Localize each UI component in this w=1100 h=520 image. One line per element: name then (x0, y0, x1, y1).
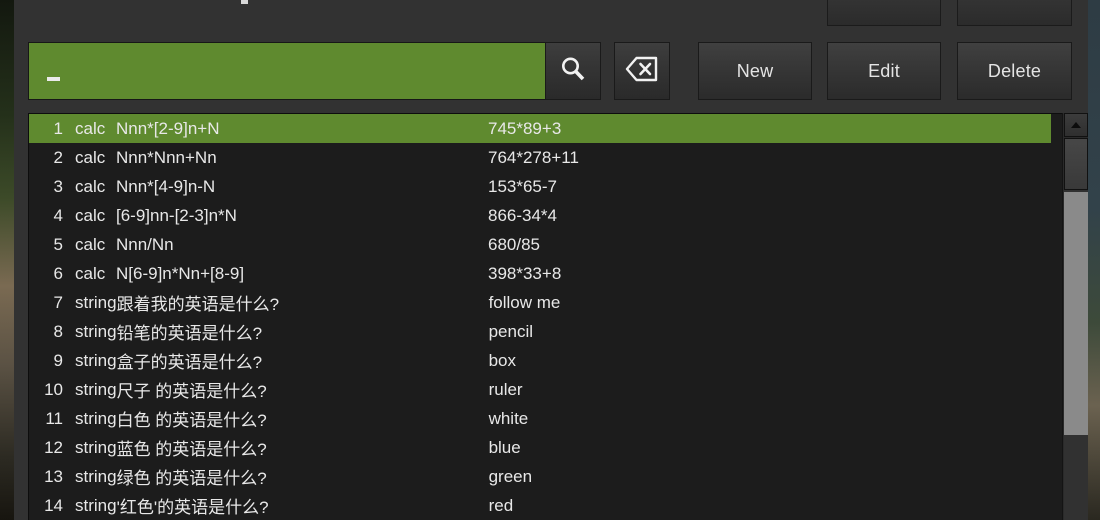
search-button[interactable] (545, 42, 601, 100)
row-type: calc (63, 235, 116, 255)
text-caret-artifact (241, 0, 248, 4)
row-pattern: Nnn*[4-9]n-N (116, 177, 488, 197)
search-icon (558, 54, 588, 89)
row-value: 398*33+8 (488, 264, 1051, 284)
row-value: 745*89+3 (488, 119, 1051, 139)
row-pattern: 白色 的英语是什么? (117, 406, 489, 431)
row-index: 5 (29, 235, 63, 255)
table-row[interactable]: 7string跟着我的英语是什么?follow me (29, 288, 1051, 317)
row-type: calc (63, 177, 116, 197)
row-value: green (489, 467, 1051, 487)
scrollbar-thumb-cap[interactable] (1064, 138, 1088, 190)
row-index: 4 (29, 206, 63, 226)
vertical-scrollbar[interactable] (1062, 113, 1088, 520)
search-input[interactable] (28, 42, 546, 100)
row-value: 153*65-7 (488, 177, 1051, 197)
backspace-icon (625, 56, 659, 87)
row-pattern: 绿色 的英语是什么? (117, 464, 489, 489)
row-value: box (489, 351, 1051, 371)
chevron-up-icon (1071, 122, 1081, 128)
toolbar: New Edit Delete (14, 42, 1088, 102)
row-index: 10 (29, 380, 63, 400)
new-button-label: New (737, 61, 774, 82)
row-type: string (63, 351, 117, 371)
row-index: 2 (29, 148, 63, 168)
delete-button[interactable]: Delete (957, 42, 1072, 100)
row-pattern: [6-9]nn-[2-3]n*N (116, 206, 488, 226)
row-value: follow me (489, 293, 1051, 313)
row-value: blue (489, 438, 1051, 458)
row-pattern: '红色'的英语是什么? (117, 493, 489, 518)
row-index: 3 (29, 177, 63, 197)
row-index: 9 (29, 351, 63, 371)
table-row[interactable]: 1calcNnn*[2-9]n+N745*89+3 (29, 114, 1051, 143)
table-row[interactable]: 13string绿色 的英语是什么?green (29, 462, 1051, 491)
row-index: 13 (29, 467, 63, 487)
row-pattern: Nnn*Nnn+Nn (116, 148, 488, 168)
row-type: string (63, 322, 117, 342)
clipped-toolbar-button-1[interactable] (827, 0, 941, 26)
table-row[interactable]: 8string铅笔的英语是什么?pencil (29, 317, 1051, 346)
row-type: calc (63, 264, 116, 284)
row-value: 764*278+11 (488, 148, 1051, 168)
row-index: 8 (29, 322, 63, 342)
new-button[interactable]: New (698, 42, 812, 100)
row-pattern: Nnn/Nn (116, 235, 488, 255)
table-row[interactable]: 14string'红色'的英语是什么?red (29, 491, 1051, 520)
row-pattern: N[6-9]n*Nn+[8-9] (116, 264, 488, 284)
scrollbar-thumb[interactable] (1064, 192, 1088, 435)
delete-button-label: Delete (988, 61, 1041, 82)
table-row[interactable]: 11string白色 的英语是什么?white (29, 404, 1051, 433)
desktop-background-right-strip (1088, 0, 1100, 520)
row-pattern: 尺子 的英语是什么? (117, 377, 489, 402)
row-pattern: 蓝色 的英语是什么? (117, 435, 489, 460)
table-row[interactable]: 10string尺子 的英语是什么?ruler (29, 375, 1051, 404)
row-pattern: 盒子的英语是什么? (117, 348, 489, 373)
pattern-list: 1calcNnn*[2-9]n+N745*89+32calcNnn*Nnn+Nn… (28, 113, 1072, 520)
row-type: calc (63, 206, 116, 226)
row-type: string (63, 467, 117, 487)
row-value: pencil (489, 322, 1051, 342)
row-type: string (63, 496, 117, 516)
edit-button[interactable]: Edit (827, 42, 941, 100)
pattern-list-body: 1calcNnn*[2-9]n+N745*89+32calcNnn*Nnn+Nn… (29, 114, 1051, 520)
row-index: 14 (29, 496, 63, 516)
table-row[interactable]: 2calcNnn*Nnn+Nn764*278+11 (29, 143, 1051, 172)
row-value: red (489, 496, 1051, 516)
row-type: calc (63, 148, 116, 168)
table-row[interactable]: 4calc[6-9]nn-[2-3]n*N866-34*4 (29, 201, 1051, 230)
table-row[interactable]: 5calcNnn/Nn680/85 (29, 230, 1051, 259)
table-row[interactable]: 3calcNnn*[4-9]n-N153*65-7 (29, 172, 1051, 201)
row-index: 6 (29, 264, 63, 284)
row-type: string (63, 380, 117, 400)
row-pattern: 铅笔的英语是什么? (117, 319, 489, 344)
row-type: string (63, 409, 117, 429)
table-row[interactable]: 6calcN[6-9]n*Nn+[8-9]398*33+8 (29, 259, 1051, 288)
row-index: 11 (29, 409, 63, 429)
clear-search-button[interactable] (614, 42, 670, 100)
row-value: 866-34*4 (488, 206, 1051, 226)
row-index: 7 (29, 293, 63, 313)
table-row[interactable]: 12string蓝色 的英语是什么?blue (29, 433, 1051, 462)
row-value: ruler (489, 380, 1051, 400)
row-value: white (489, 409, 1051, 429)
row-type: string (63, 438, 117, 458)
clipped-toolbar-button-2[interactable] (957, 0, 1072, 26)
table-row[interactable]: 9string盒子的英语是什么?box (29, 346, 1051, 375)
row-type: calc (63, 119, 116, 139)
application-window: New Edit Delete 1calcNnn*[2-9]n+N745*89+… (14, 0, 1088, 520)
row-value: 680/85 (488, 235, 1051, 255)
edit-button-label: Edit (868, 61, 900, 82)
row-index: 12 (29, 438, 63, 458)
row-index: 1 (29, 119, 63, 139)
scroll-up-button[interactable] (1064, 113, 1088, 137)
row-type: string (63, 293, 117, 313)
text-caret (47, 77, 60, 81)
row-pattern: Nnn*[2-9]n+N (116, 119, 488, 139)
row-pattern: 跟着我的英语是什么? (117, 290, 489, 315)
